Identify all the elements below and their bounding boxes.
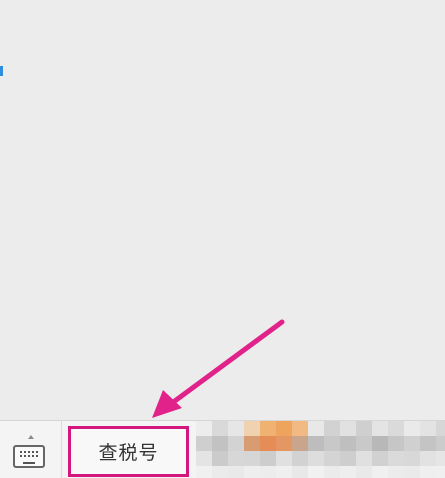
blur-cell <box>388 436 404 452</box>
menu-item-check-tax-id[interactable]: 查税号 <box>68 426 189 477</box>
blur-cell <box>276 421 292 437</box>
blur-cell <box>372 451 388 467</box>
blur-cell <box>356 451 372 467</box>
edge-marker <box>0 66 3 76</box>
blur-cell <box>388 466 404 478</box>
blur-cell <box>356 466 372 478</box>
blur-cell <box>404 436 420 452</box>
blur-cell <box>196 421 212 437</box>
blur-cell <box>212 451 228 467</box>
blur-cell <box>372 436 388 452</box>
keyboard-toggle-button[interactable] <box>0 421 62 478</box>
blur-cell <box>436 421 445 437</box>
blur-cell <box>436 451 445 467</box>
blur-cell <box>260 466 276 478</box>
blur-cell <box>244 436 260 452</box>
blur-cell <box>340 436 356 452</box>
blur-cell <box>228 436 244 452</box>
blur-cell <box>324 466 340 478</box>
blur-cell <box>324 421 340 437</box>
blur-cell <box>228 466 244 478</box>
blur-cell <box>372 466 388 478</box>
blur-cell <box>260 421 276 437</box>
blur-cell <box>436 466 445 478</box>
blur-cell <box>276 466 292 478</box>
blur-cell <box>244 421 260 437</box>
blur-cell <box>324 451 340 467</box>
blur-cell <box>420 421 436 437</box>
keyboard-icon <box>13 445 45 468</box>
blur-cell <box>244 466 260 478</box>
blur-cell <box>340 421 356 437</box>
blur-cell <box>292 451 308 467</box>
blur-cell <box>388 421 404 437</box>
blur-cell <box>420 451 436 467</box>
blur-cell <box>356 421 372 437</box>
blurred-menu-items <box>196 421 445 478</box>
blur-cell <box>228 451 244 467</box>
blur-cell <box>356 436 372 452</box>
blur-cell <box>260 436 276 452</box>
blur-cell <box>276 451 292 467</box>
blur-cell <box>196 436 212 452</box>
blur-cell <box>292 421 308 437</box>
blur-cell <box>196 451 212 467</box>
blur-cell <box>420 436 436 452</box>
blur-cell <box>340 466 356 478</box>
blur-cell <box>308 436 324 452</box>
blur-cell <box>292 466 308 478</box>
blur-cell <box>324 436 340 452</box>
blur-cell <box>388 451 404 467</box>
blur-cell <box>228 421 244 437</box>
bottom-menu-bar: 查税号 <box>0 420 445 478</box>
blur-cell <box>212 436 228 452</box>
blur-cell <box>276 436 292 452</box>
blur-cell <box>212 466 228 478</box>
blur-cell <box>196 466 212 478</box>
blur-cell <box>340 451 356 467</box>
blur-cell <box>308 421 324 437</box>
blur-cell <box>308 466 324 478</box>
blur-cell <box>404 451 420 467</box>
blur-cell <box>292 436 308 452</box>
blur-cell <box>420 466 436 478</box>
blur-cell <box>404 466 420 478</box>
chevron-up-icon <box>28 435 34 439</box>
blur-cell <box>244 451 260 467</box>
blur-cell <box>260 451 276 467</box>
chat-content-area <box>0 0 445 420</box>
blur-cell <box>212 421 228 437</box>
blur-cell <box>372 421 388 437</box>
blur-cell <box>404 421 420 437</box>
blur-cell <box>308 451 324 467</box>
blur-cell <box>436 436 445 452</box>
